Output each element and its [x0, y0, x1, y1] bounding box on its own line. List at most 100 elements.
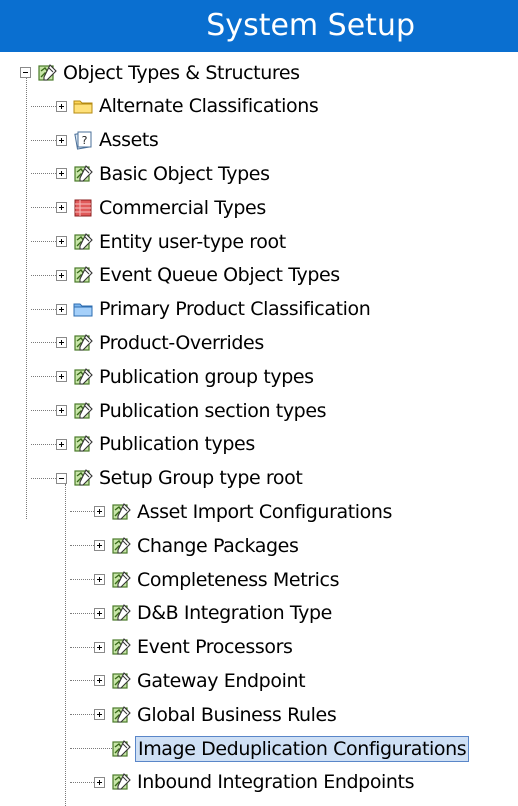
tree-node[interactable]: Setup Group type root: [56, 462, 304, 495]
object-type-icon: [73, 164, 93, 184]
object-type-icon: [73, 367, 93, 387]
object-type-icon: [111, 603, 131, 623]
tree-node-label: Alternate Classifications: [99, 95, 319, 118]
object-type-icon: [73, 468, 93, 488]
collapse-toggle[interactable]: [20, 67, 31, 78]
tree-node-label: D&B Integration Type: [137, 602, 332, 625]
tree-node[interactable]: ? Assets: [56, 124, 160, 157]
tree-node[interactable]: Alternate Classifications: [56, 90, 320, 123]
object-type-icon: [73, 434, 93, 454]
tree-node-label: Entity user-type root: [99, 230, 286, 253]
object-type-icon: [111, 772, 131, 792]
expand-toggle[interactable]: [56, 202, 67, 214]
tree-connector-line: [31, 308, 56, 310]
tree-connector-line: [31, 342, 56, 344]
panel-header: System Setup: [0, 0, 518, 52]
tree-node[interactable]: Inbound Integration Endpoints: [94, 766, 416, 799]
tree-connector-line: [31, 477, 56, 479]
tree-connector-line: [31, 173, 56, 175]
expand-toggle[interactable]: [56, 438, 67, 450]
object-type-icon: [111, 536, 131, 556]
tree-connector-line: [70, 579, 94, 580]
object-type-icon: [111, 739, 131, 759]
expand-toggle[interactable]: [94, 709, 105, 721]
object-type-icon: [111, 671, 131, 691]
tree-connector-line: [31, 274, 56, 276]
expand-toggle[interactable]: [56, 405, 67, 416]
expand-toggle[interactable]: [94, 675, 105, 687]
tree-root-node[interactable]: Object Types & Structures: [20, 56, 302, 89]
tree-connector-line: [31, 410, 56, 411]
tree-node[interactable]: Basic Object Types: [56, 157, 272, 190]
collapse-toggle[interactable]: [56, 472, 67, 484]
tree-node-label: Product-Overrides: [99, 331, 264, 354]
object-type-tree[interactable]: Object Types & Structures Alternate Class…: [0, 56, 518, 806]
tree-node-label: Commercial Types: [99, 196, 266, 219]
tree-node-label: Object Types & Structures: [63, 61, 300, 84]
expand-toggle[interactable]: [94, 607, 105, 619]
tree-node-label: Completeness Metrics: [137, 568, 340, 591]
object-type-icon: [73, 401, 93, 421]
svg-text:?: ?: [82, 134, 88, 147]
tree-node-label: Image Deduplication Configurations: [135, 735, 470, 762]
tree-node[interactable]: Event Queue Object Types: [56, 259, 342, 292]
expand-toggle[interactable]: [56, 269, 67, 281]
tree-node[interactable]: Asset Import Configurations: [94, 495, 394, 528]
tree-connector-line: [70, 612, 94, 614]
tree-connector-line: [70, 714, 94, 716]
expand-toggle[interactable]: [94, 641, 105, 653]
folder-yellow-icon: [73, 96, 93, 116]
tree-node[interactable]: Completeness Metrics: [94, 563, 341, 596]
object-type-icon: [73, 265, 93, 285]
tree-node[interactable]: Publication section types: [56, 394, 328, 427]
object-type-icon: [73, 333, 93, 353]
tree-connector-line: [26, 78, 27, 519]
expand-toggle[interactable]: [56, 168, 67, 180]
expand-toggle[interactable]: [56, 236, 67, 247]
expand-toggle[interactable]: [94, 776, 105, 788]
expand-toggle[interactable]: [94, 574, 105, 585]
tree-node[interactable]: Global Business Rules: [94, 698, 338, 731]
expand-toggle[interactable]: [56, 371, 67, 383]
tree-node[interactable]: Publication group types: [56, 360, 316, 393]
tree-connector-line: [65, 483, 66, 806]
tree-node-label: Publication group types: [99, 365, 314, 388]
object-type-icon: [111, 502, 131, 522]
expand-toggle[interactable]: [94, 506, 105, 518]
tree-connector-line: [31, 105, 56, 107]
object-type-icon: [111, 705, 131, 725]
expand-toggle[interactable]: [94, 540, 105, 552]
tree-node-label: Assets: [99, 129, 159, 152]
object-type-icon: [37, 63, 57, 83]
tree-node[interactable]: Gateway Endpoint: [94, 664, 307, 697]
tree-connector-line: [31, 207, 56, 209]
object-type-icon: [111, 637, 131, 657]
tree-node[interactable]: Commercial Types: [56, 191, 268, 224]
asset-unknown-icon: ?: [73, 130, 93, 150]
tree-connector-line: [70, 511, 94, 513]
expand-toggle[interactable]: [56, 134, 67, 146]
tree-node[interactable]: D&B Integration Type: [94, 597, 334, 630]
tree-node[interactable]: Primary Product Classification: [56, 293, 372, 326]
panel-title: System Setup: [206, 8, 415, 43]
tree-node[interactable]: Change Packages: [94, 529, 300, 562]
folder-blue-icon: [73, 299, 93, 319]
tree-connector-line: [31, 376, 56, 378]
tree-node-label: Asset Import Configurations: [137, 500, 393, 523]
expand-toggle[interactable]: [56, 100, 67, 112]
tree-connector-line: [31, 139, 56, 141]
tree-node[interactable]: Publication types: [56, 428, 257, 461]
tree-node[interactable]: Product-Overrides: [56, 326, 266, 359]
tree-connector-line: [31, 241, 56, 242]
tree-node-label: Setup Group type root: [99, 467, 303, 490]
tree-node[interactable]: Entity user-type root: [56, 225, 288, 258]
red-table-icon: [73, 198, 93, 218]
tree-node-label: Inbound Integration Endpoints: [137, 771, 415, 794]
object-type-icon: [73, 232, 93, 252]
tree-node-label: Change Packages: [137, 534, 299, 557]
tree-node-selected[interactable]: Image Deduplication Configurations: [94, 732, 470, 765]
expand-toggle[interactable]: [56, 303, 67, 315]
tree-node[interactable]: Event Processors: [94, 631, 294, 664]
expand-toggle[interactable]: [56, 337, 67, 349]
tree-node-label: Gateway Endpoint: [137, 669, 306, 692]
